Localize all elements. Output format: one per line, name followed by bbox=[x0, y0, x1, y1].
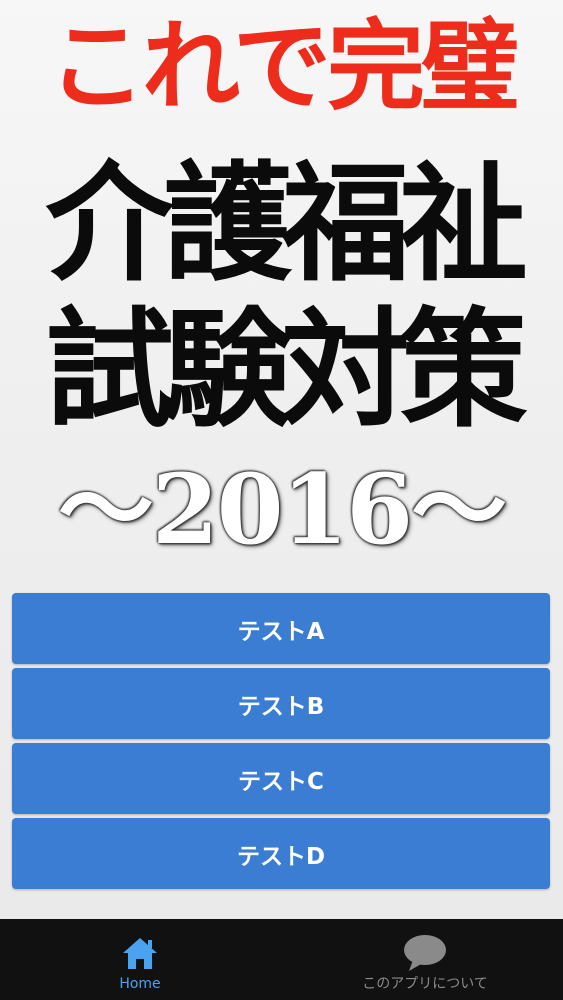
title-line-2: 試験対策 bbox=[45, 295, 527, 445]
test-d-label: テストD bbox=[236, 843, 326, 870]
test-c-button[interactable]: テストC bbox=[12, 743, 550, 814]
year-banner: 〜2016〜 bbox=[57, 453, 507, 566]
test-d-button[interactable]: テストD bbox=[12, 818, 550, 889]
tab-about[interactable]: このアプリについて bbox=[330, 919, 520, 1000]
test-b-label: テストB bbox=[237, 693, 325, 720]
speech-bubble-icon bbox=[401, 933, 449, 973]
title-line-1: 介護福祉 bbox=[45, 149, 527, 299]
tab-about-label: このアプリについて bbox=[362, 976, 488, 992]
tab-home[interactable]: Home bbox=[90, 919, 190, 1000]
home-icon bbox=[120, 933, 160, 973]
test-a-label: テストA bbox=[237, 618, 325, 645]
header-tagline: これで完璧 bbox=[47, 9, 519, 124]
bottom-tab-bar: Home このアプリについて bbox=[0, 919, 563, 1000]
test-c-label: テストC bbox=[238, 768, 324, 795]
tab-home-label: Home bbox=[119, 976, 161, 992]
test-b-button[interactable]: テストB bbox=[12, 668, 550, 739]
test-a-button[interactable]: テストA bbox=[12, 593, 550, 664]
